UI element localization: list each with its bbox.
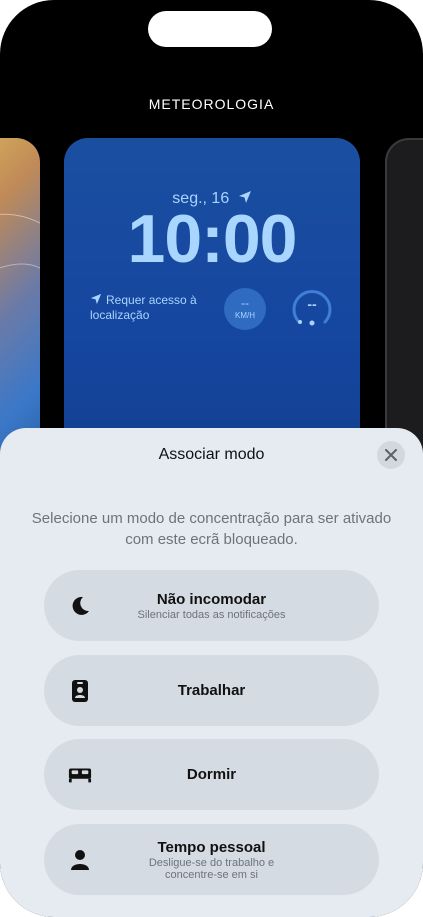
mode-label-group: Não incomodar Silenciar todas as notific… [104,570,319,641]
phone-frame: METEOROLOGIA seg., 16 10:00 Requer acess… [0,0,423,917]
wind-value: -- [241,296,249,310]
location-arrow-icon [90,293,102,305]
mode-personal-time[interactable]: Tempo pessoal Desligue-se do trabalho e … [44,824,379,895]
person-icon [68,848,92,872]
moon-icon [68,594,92,618]
wallpaper-preview-right[interactable] [385,138,423,468]
sun-icon [309,320,315,326]
wallpaper-category-title: METEOROLOGIA [148,96,275,112]
wallpaper-swirl-art [0,213,40,269]
wind-unit: KM/H [235,311,255,320]
mode-sleep[interactable]: Dormir [44,739,379,810]
badge-icon [68,679,92,703]
mode-label-group: Dormir [104,739,319,810]
mode-name: Tempo pessoal [157,838,266,856]
mode-name: Não incomodar [156,590,267,608]
wallpaper-preview-left[interactable] [0,138,40,468]
uv-value: -- [307,296,317,312]
associate-mode-sheet: Associar modo Selecione um modo de conce… [0,428,423,917]
mode-label-group: Tempo pessoal Desligue-se do trabalho e … [104,824,319,895]
mode-name: Dormir [186,766,237,783]
location-widget: Requer acesso à localização [90,293,200,323]
mode-subtitle: Silenciar todas as notificações [137,608,286,621]
close-icon [385,449,397,461]
bed-icon [68,763,92,787]
mode-do-not-disturb[interactable]: Não incomodar Silenciar todas as notific… [44,570,379,641]
mode-name: Trabalhar [177,682,246,699]
sheet-description: Selecione um modo de concentração para s… [31,510,392,548]
mode-subtitle: Desligue-se do trabalho e concentre-se e… [148,856,275,881]
mode-work[interactable]: Trabalhar [44,655,379,726]
mode-label-group: Trabalhar [104,655,319,726]
wind-widget: -- KM/H [224,288,266,330]
uv-widget: -- [291,288,333,330]
location-notice-text: Requer acesso à localização [90,293,197,322]
weather-lockscreen-preview[interactable]: seg., 16 10:00 Requer acesso à localizaç… [64,138,360,468]
sheet-title: Associar modo [158,446,265,463]
dynamic-island [148,11,272,47]
lockscreen-clock: 10:00 [127,201,298,277]
close-button[interactable] [377,441,405,469]
